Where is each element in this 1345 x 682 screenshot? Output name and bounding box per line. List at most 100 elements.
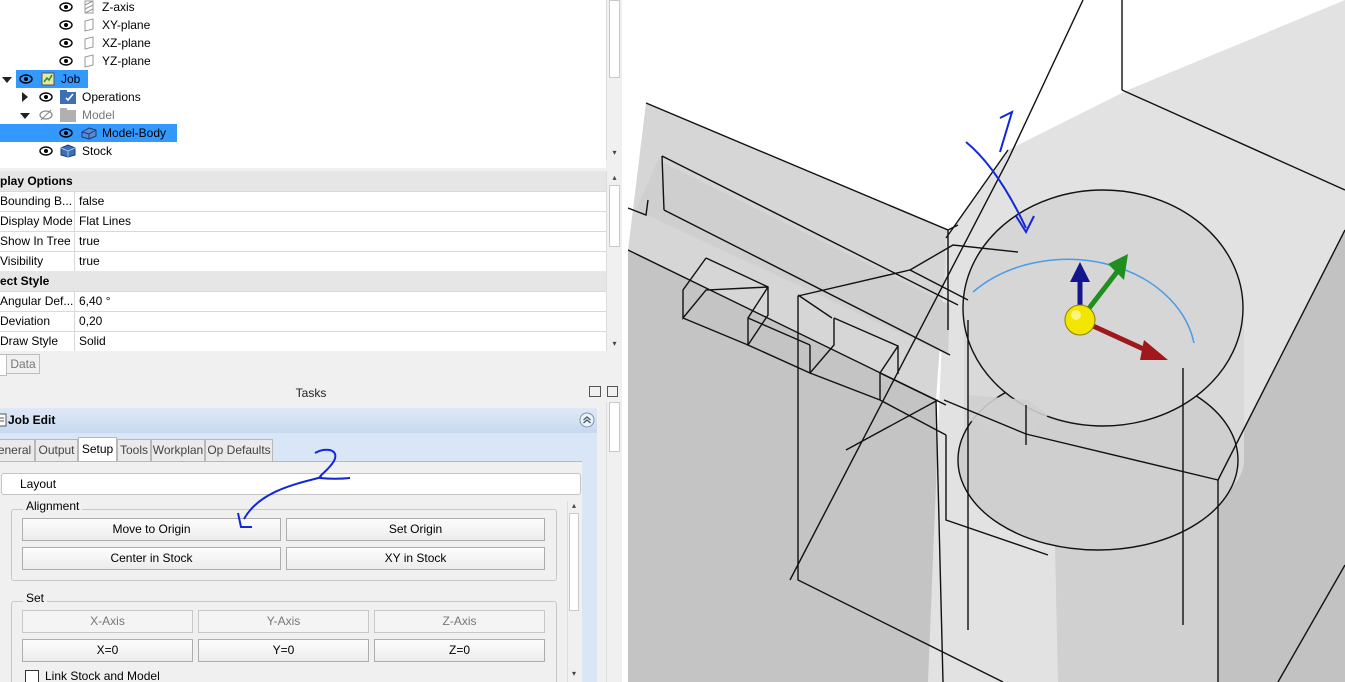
model-3d-view[interactable] [628,0,1345,682]
model-tree: Z-axis XY-plane XZ-plane YZ-plane Job Op… [0,0,606,168]
y-axis-button[interactable]: Y-Axis [198,610,369,633]
tasks-scrollbar[interactable] [606,402,622,682]
visibility-eye-icon[interactable] [19,73,33,85]
plane-icon [84,54,94,68]
left-panel: Z-axis XY-plane XZ-plane YZ-plane Job Op… [0,0,622,682]
tree-item-label: Job [61,72,81,86]
scroll-down-icon[interactable]: ▾ [607,339,622,349]
property-value[interactable]: 6,40 ° [79,291,111,311]
tab-output[interactable]: Output [35,439,78,462]
tree-scrollbar[interactable]: ▾ [606,0,622,160]
tree-item-yz-plane[interactable]: YZ-plane [0,52,200,70]
x-axis-button[interactable]: X-Axis [22,610,193,633]
scroll-thumb[interactable] [609,402,620,452]
scroll-thumb[interactable] [609,0,620,78]
y-zero-button[interactable]: Y=0 [198,639,369,662]
scroll-thumb[interactable] [569,513,579,611]
expand-arrow-icon[interactable] [20,113,30,119]
folder-icon [60,108,76,122]
property-value[interactable]: Flat Lines [79,211,131,231]
tree-item-stock[interactable]: Stock [0,142,200,160]
tab-tools[interactable]: Tools [117,439,151,462]
visibility-eye-icon[interactable] [59,19,73,31]
property-key: Display Mode [0,211,75,231]
tree-item-label: Operations [82,90,141,104]
tree-item-z-axis[interactable]: Z-axis [0,0,200,16]
tab-general[interactable]: eneral [0,439,35,462]
float-icon[interactable] [589,386,601,397]
cylinder-top-ellipse [962,189,1244,427]
tree-item-label: XY-plane [102,18,151,32]
data-tab[interactable]: Data [6,354,40,374]
visibility-eye-icon[interactable] [59,127,73,139]
expand-arrow-icon[interactable] [2,77,12,83]
group-title: play Options [0,174,73,188]
scroll-down-icon[interactable]: ▾ [607,148,622,158]
property-row[interactable]: Bounding B... false [0,191,606,212]
property-row[interactable]: Display Mode Flat Lines [0,211,606,232]
link-stock-checkbox[interactable] [25,670,39,682]
tree-item-job[interactable]: Job [0,70,200,88]
property-group-header[interactable]: ect Style [0,271,606,292]
tree-item-xy-plane[interactable]: XY-plane [0,16,200,34]
property-key: Draw Style [0,331,75,351]
setup-scrollbar[interactable]: ▴ ▾ [567,501,580,682]
xy-in-stock-button[interactable]: XY in Stock [286,547,545,570]
tree-item-xz-plane[interactable]: XZ-plane [0,34,200,52]
property-row[interactable]: Visibility true [0,251,606,272]
tree-item-model-body[interactable]: Model-Body [0,124,200,142]
set-group-title: Set [23,591,48,605]
property-key: Angular Def... [0,291,75,311]
axis-icon [84,0,94,14]
property-row[interactable]: Draw Style Solid [0,331,606,351]
annotation-arrow-two [237,448,351,528]
plane-icon [84,18,94,32]
tab-setup[interactable]: Setup [78,437,117,463]
tree-item-operations[interactable]: Operations [0,88,200,106]
visibility-eye-icon[interactable] [59,55,73,67]
expand-arrow-icon[interactable] [22,92,28,102]
group-title: ect Style [0,274,50,288]
tasks-panel-title: Tasks [295,386,327,400]
center-in-stock-button[interactable]: Center in Stock [22,547,281,570]
tree-item-label: Stock [82,144,113,158]
property-scrollbar[interactable]: ▴ ▾ [606,171,622,351]
job-icon [41,72,55,86]
tree-item-label: YZ-plane [102,54,151,68]
alignment-group-title: Alignment [23,499,83,513]
z-axis-button[interactable]: Z-Axis [374,610,545,633]
hidden-eye-icon[interactable] [39,109,53,121]
collapse-icon[interactable] [579,412,595,428]
property-group-header[interactable]: play Options [0,171,606,192]
property-value[interactable]: Solid [79,331,106,351]
origin-sphere-icon[interactable] [1064,304,1096,336]
visibility-eye-icon[interactable] [39,145,53,157]
link-stock-label: Link Stock and Model [45,669,160,682]
3d-viewport[interactable] [628,0,1345,682]
scroll-up-icon[interactable]: ▴ [568,501,580,511]
stock-icon [60,144,76,158]
visibility-eye-icon[interactable] [59,37,73,49]
scroll-up-icon[interactable]: ▴ [607,173,622,183]
z-zero-button[interactable]: Z=0 [374,639,545,662]
property-value[interactable]: false [79,191,104,211]
plane-icon [84,36,94,50]
job-edit-title: Job Edit [8,413,56,427]
tree-item-model[interactable]: Model [0,106,200,124]
undock-icon[interactable] [607,386,618,397]
layout-label: Layout [20,477,57,491]
x-zero-button[interactable]: X=0 [22,639,193,662]
property-row[interactable]: Show In Tree true [0,231,606,252]
property-key: Deviation [0,311,75,331]
property-value[interactable]: true [79,231,100,251]
scroll-thumb[interactable] [609,185,620,247]
tree-item-label: Model-Body [102,126,167,140]
tab-workplan[interactable]: Workplan [151,439,205,462]
property-value[interactable]: 0,20 [79,311,102,331]
property-row[interactable]: Deviation 0,20 [0,311,606,332]
property-value[interactable]: true [79,251,100,271]
visibility-eye-icon[interactable] [39,91,53,103]
visibility-eye-icon[interactable] [59,1,73,13]
scroll-down-icon[interactable]: ▾ [568,669,580,679]
property-row[interactable]: Angular Def... 6,40 ° [0,291,606,312]
